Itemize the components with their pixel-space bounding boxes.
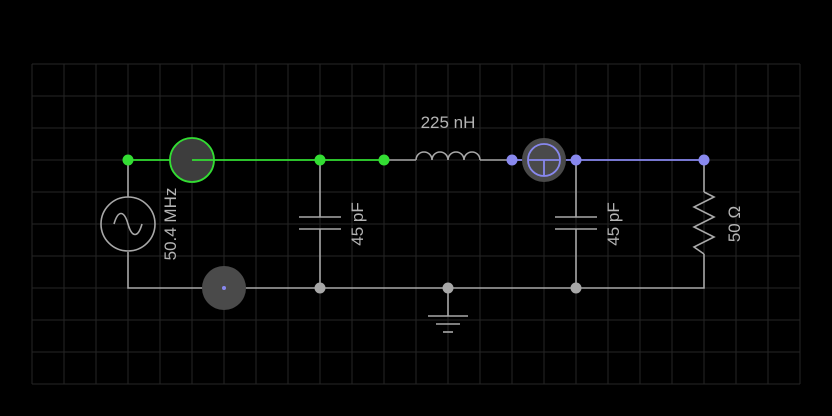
node-dot[interactable]: [570, 282, 582, 294]
resistor-label: 50 Ω: [725, 206, 744, 242]
node-dot[interactable]: [314, 154, 326, 166]
circuit-canvas[interactable]: 225 nH 50.4 MHz 45 pF 45 pF 50 Ω: [0, 0, 832, 416]
node-dot[interactable]: [570, 154, 582, 166]
node-dot[interactable]: [442, 282, 454, 294]
node-dot[interactable]: [506, 154, 518, 166]
current-probe-green[interactable]: [169, 137, 215, 183]
source-frequency-label: 50.4 MHz: [161, 188, 180, 261]
node-dot[interactable]: [698, 154, 710, 166]
schematic: 225 nH 50.4 MHz 45 pF 45 pF 50 Ω: [31, 63, 801, 385]
ground-probe[interactable]: [202, 266, 246, 310]
grid: [31, 63, 801, 385]
node-dot[interactable]: [314, 282, 326, 294]
current-probe-blue[interactable]: [522, 138, 566, 182]
inductor-label: 225 nH: [421, 113, 476, 132]
node-dot[interactable]: [122, 154, 134, 166]
capacitor-right-label: 45 pF: [604, 202, 623, 245]
capacitor-left-label: 45 pF: [348, 202, 367, 245]
node-dot[interactable]: [378, 154, 390, 166]
